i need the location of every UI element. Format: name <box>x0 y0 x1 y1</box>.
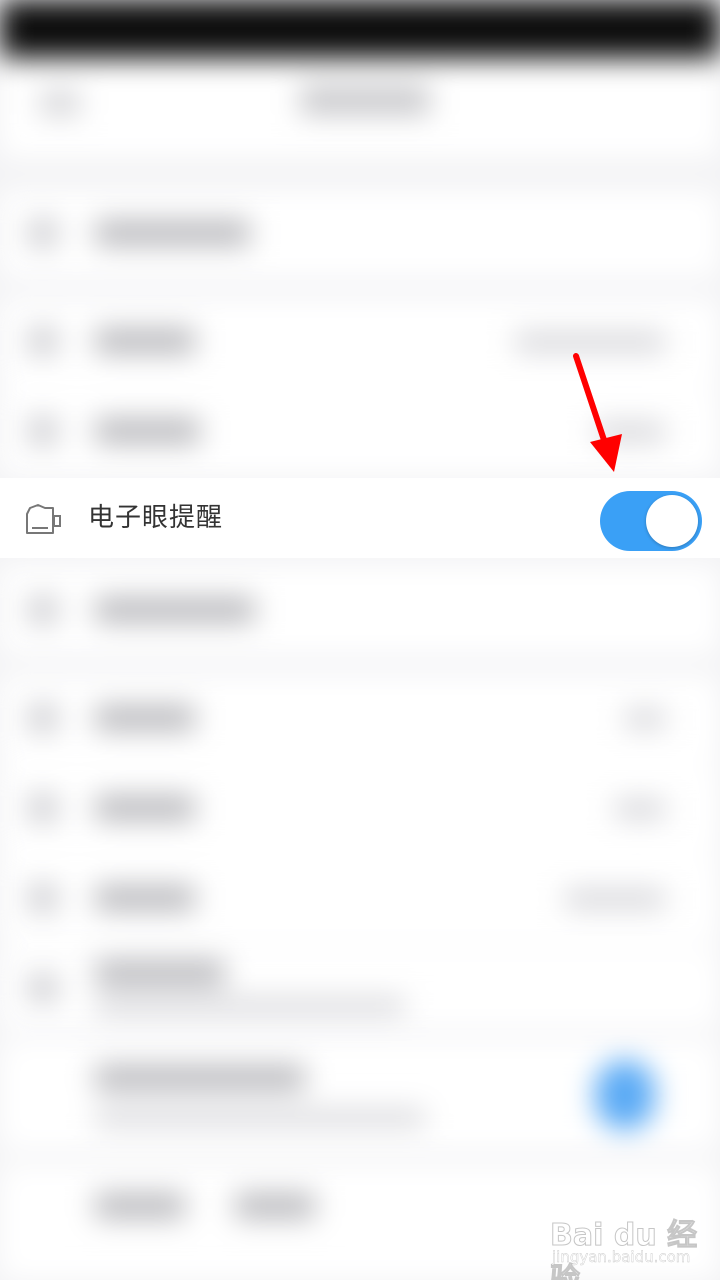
back-button-blurred <box>40 90 80 116</box>
watermark-brand: Bai du 经验 <box>550 1218 698 1280</box>
nav-title-blurred <box>300 85 430 115</box>
setting-row-blurred <box>0 190 720 278</box>
camera-icon <box>24 502 64 536</box>
settings-screen: 电子眼提醒 Bai du 经验 jingyan.baidu.com <box>0 0 720 1280</box>
setting-row-blurred <box>0 765 720 853</box>
camera-alert-toggle[interactable] <box>600 491 702 551</box>
row-label: 电子眼提醒 <box>88 503 224 533</box>
annotation-arrow <box>573 353 622 472</box>
setting-row-blurred <box>0 948 720 1028</box>
status-bar <box>0 0 720 58</box>
setting-row-blurred <box>0 855 720 943</box>
watermark-url: jingyan.baidu.com <box>552 1248 691 1266</box>
blurred-background <box>0 0 720 1280</box>
setting-row-blurred <box>0 565 720 655</box>
baidu-watermark: Bai du 经验 jingyan.baidu.com <box>550 1210 700 1280</box>
setting-row-blurred <box>0 1040 720 1150</box>
setting-row-blurred <box>0 675 720 763</box>
setting-row-camera-alert[interactable]: 电子眼提醒 <box>0 478 720 558</box>
toggle-knob <box>646 495 698 547</box>
